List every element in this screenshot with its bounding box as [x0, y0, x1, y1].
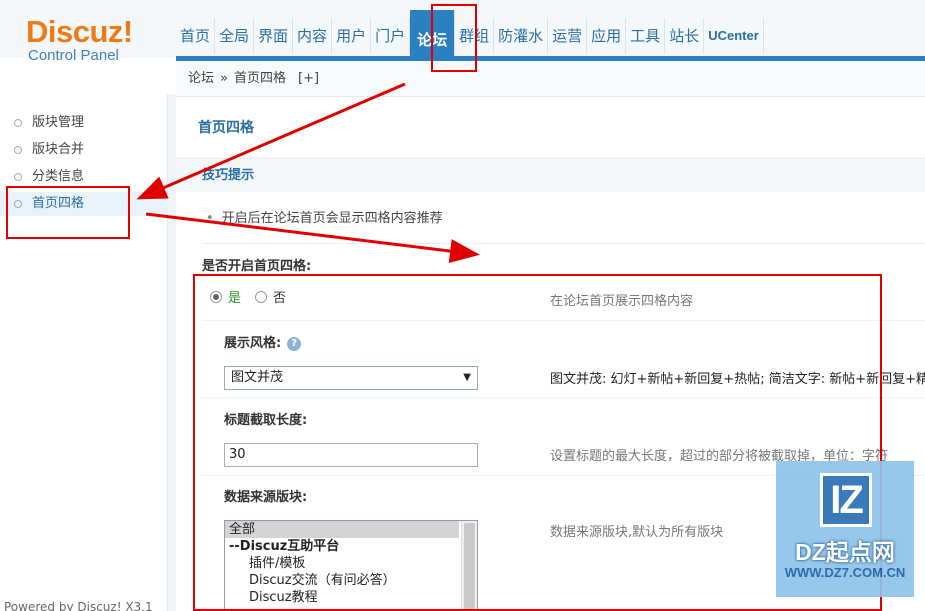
watermark-url: WWW.DZ7.COM.CN: [784, 565, 906, 580]
arrow-to-settings: [145, 212, 480, 264]
watermark-logo: IZ DZ起点网 WWW.DZ7.COM.CN: [776, 461, 914, 597]
arrow-to-sidebar: [136, 82, 406, 200]
admin-page: Discuz! Control Panel 首页 全局 界面 内容 用户 门户 …: [0, 0, 925, 611]
watermark-title: DZ起点网: [795, 539, 895, 565]
watermark-badge: IZ: [820, 473, 872, 527]
